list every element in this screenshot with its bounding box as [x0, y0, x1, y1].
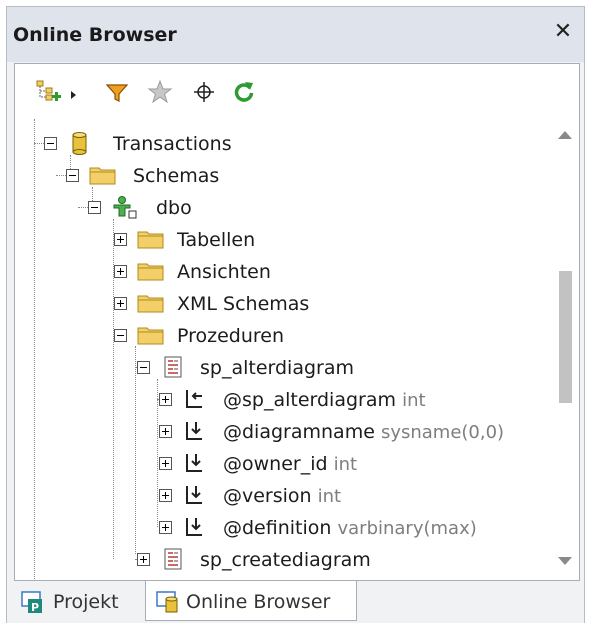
expand-toggle[interactable]	[114, 233, 127, 246]
tab-projekt[interactable]: P Projekt	[13, 581, 141, 621]
procedure-icon	[161, 546, 187, 572]
folder-icon	[136, 290, 164, 316]
tab-label: Online Browser	[186, 591, 331, 613]
expand-toggle[interactable]	[159, 489, 172, 502]
database-icon	[66, 130, 92, 156]
input-param-icon	[182, 482, 208, 508]
collapse-toggle[interactable]	[44, 137, 57, 150]
collapse-toggle[interactable]	[88, 201, 101, 214]
expand-toggle[interactable]	[137, 553, 150, 566]
tree-node-param[interactable]: @definition varbinary(max)	[15, 512, 551, 542]
database-tree: Transactions Schemas dbo Tabellen Ansich…	[15, 119, 551, 579]
param-type: varbinary(max)	[337, 518, 477, 539]
param-name: @sp_alterdiagram	[223, 389, 397, 411]
collapse-toggle[interactable]	[137, 361, 150, 374]
param-name: @definition	[223, 517, 332, 539]
expand-toggle[interactable]	[159, 457, 172, 470]
expand-toggle[interactable]	[114, 297, 127, 310]
param-type: int	[317, 486, 342, 507]
tree-node-param[interactable]: @owner_id int	[15, 448, 551, 478]
database-label: Transactions	[113, 133, 232, 155]
tab-online-browser[interactable]: Online Browser	[145, 581, 357, 621]
bottom-tab-bar: P Projekt Online Browser	[7, 581, 584, 623]
add-datasource-icon[interactable]	[33, 77, 63, 117]
title-bar: Online Browser ✕	[7, 7, 584, 62]
scroll-down-icon[interactable]	[558, 557, 572, 565]
svg-text:P: P	[31, 601, 39, 614]
scroll-thumb[interactable]	[559, 271, 572, 403]
tree-node-folder[interactable]: Tabellen	[15, 224, 551, 254]
procedure-label: sp_creatediagram	[200, 549, 371, 571]
folder-label: Tabellen	[177, 229, 256, 251]
folder-label: Prozeduren	[177, 325, 285, 347]
folder-label: Ansichten	[177, 261, 271, 283]
input-param-icon	[182, 514, 208, 540]
vertical-scrollbar[interactable]	[552, 121, 578, 579]
tab-label: Projekt	[53, 591, 119, 613]
folder-icon	[136, 226, 164, 252]
tree-node-folder[interactable]: Prozeduren	[15, 320, 551, 350]
collapse-toggle[interactable]	[114, 329, 127, 342]
tree-node-param[interactable]: @sp_alterdiagram int	[15, 384, 551, 414]
schema-label: dbo	[156, 197, 192, 219]
online-browser-icon	[154, 589, 182, 615]
toolbar	[19, 69, 575, 121]
tree-node-folder[interactable]: XML Schemas	[15, 288, 551, 318]
window-title: Online Browser	[13, 24, 177, 46]
tree-node-schema[interactable]: dbo	[15, 192, 551, 222]
online-browser-window: Online Browser ✕ Transactions Schemas db…	[6, 6, 585, 623]
schema-user-icon	[110, 194, 137, 220]
param-type: int	[333, 454, 358, 475]
project-icon: P	[19, 589, 47, 615]
tree-node-procedure[interactable]: sp_alterdiagram	[15, 352, 551, 382]
param-type: sysname(0,0)	[380, 422, 505, 443]
folder-icon	[136, 258, 164, 284]
filter-icon[interactable]	[103, 77, 133, 117]
expand-toggle[interactable]	[159, 521, 172, 534]
param-name: @diagramname	[223, 421, 375, 443]
folder-icon	[136, 322, 164, 348]
procedure-icon	[161, 354, 187, 380]
dropdown-arrow-icon[interactable]	[67, 77, 81, 117]
expand-toggle[interactable]	[159, 393, 172, 406]
input-param-icon	[182, 450, 208, 476]
tree-node-param[interactable]: @version int	[15, 480, 551, 510]
collapse-toggle[interactable]	[66, 169, 79, 182]
close-button[interactable]: ✕	[550, 19, 576, 45]
schemas-label: Schemas	[133, 165, 220, 187]
folder-label: XML Schemas	[177, 293, 310, 315]
input-param-icon	[182, 418, 208, 444]
procedure-label: sp_alterdiagram	[200, 357, 355, 379]
tree-node-param[interactable]: @diagramname sysname(0,0)	[15, 416, 551, 446]
favorites-star-icon[interactable]	[145, 77, 175, 117]
tree-node-folder[interactable]: Ansichten	[15, 256, 551, 286]
expand-toggle[interactable]	[159, 425, 172, 438]
return-param-icon	[182, 386, 208, 412]
refresh-icon[interactable]	[229, 77, 259, 117]
param-type: int	[402, 390, 426, 411]
expand-toggle[interactable]	[114, 265, 127, 278]
tree-node-procedure[interactable]: sp_creatediagram	[15, 544, 551, 574]
scroll-up-icon[interactable]	[558, 131, 572, 139]
folder-icon	[88, 162, 116, 188]
tree-node-schemas[interactable]: Schemas	[15, 160, 551, 190]
param-name: @owner_id	[223, 453, 328, 475]
locate-icon[interactable]	[189, 77, 219, 117]
tree-node-database[interactable]: Transactions	[15, 128, 551, 158]
param-name: @version	[223, 485, 312, 507]
